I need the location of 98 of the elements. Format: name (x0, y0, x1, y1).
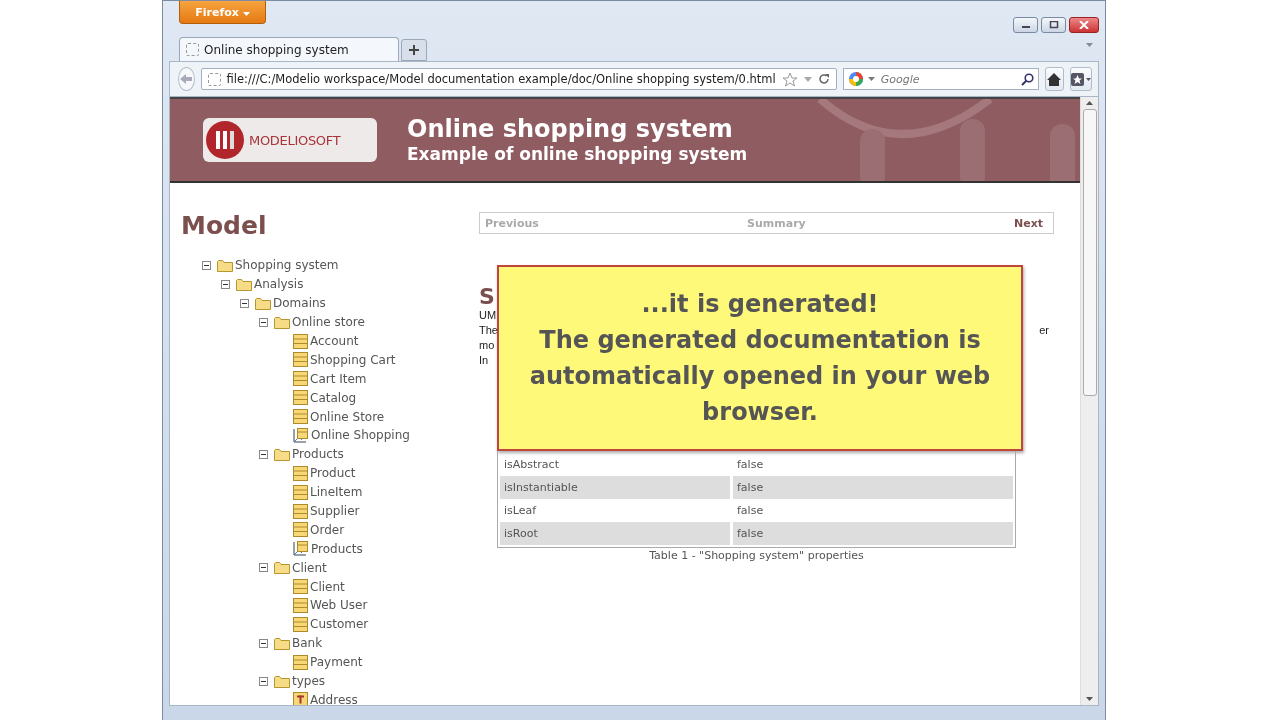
tree-item[interactable]: Domains (273, 296, 326, 311)
maximize-icon (1048, 21, 1059, 29)
address-bar[interactable]: file:///C:/Modelio workspace/Model documentation example/doc/Online shopping system/0.html (200, 68, 837, 90)
folder-icon (255, 296, 271, 310)
tree-item[interactable]: types (292, 674, 326, 689)
collapse-icon[interactable] (240, 298, 249, 308)
class-icon (293, 616, 308, 632)
class-icon (293, 465, 308, 481)
tree-item[interactable]: Client (310, 579, 345, 594)
table-cell: isRoot (500, 522, 730, 545)
maximize-button[interactable] (1041, 17, 1066, 33)
class-icon (293, 597, 308, 613)
body-text: mo (479, 338, 495, 353)
tree-item[interactable]: Supplier (310, 504, 360, 518)
body-text: In (479, 353, 489, 368)
home-button[interactable] (1044, 67, 1064, 91)
folder-icon (274, 447, 290, 461)
callout-text: The generated documentation is automatically opened in your web browser. (529, 325, 991, 428)
search-bar[interactable]: Google (842, 68, 1039, 90)
table-cell-text: false (736, 503, 765, 519)
scroll-down-icon[interactable] (1086, 697, 1093, 701)
tree-item[interactable]: Online Shopping (311, 428, 410, 443)
class-icon (293, 579, 308, 595)
close-button[interactable] (1069, 17, 1099, 33)
folder-icon (274, 674, 290, 688)
tree-item[interactable]: Online Store (310, 409, 385, 424)
search-icon[interactable] (1020, 72, 1034, 86)
tree-item[interactable]: Catalog (310, 390, 357, 405)
class-icon (293, 390, 308, 406)
tree-item[interactable]: Shopping Cart (310, 352, 396, 367)
search-engine-icon[interactable] (847, 71, 864, 87)
vertical-scrollbar[interactable] (1080, 97, 1098, 705)
tree-item[interactable]: Product (310, 466, 356, 481)
close-icon (1079, 21, 1089, 29)
tree-item[interactable]: Web User (310, 598, 368, 613)
table-cell-text: isAbstract (503, 457, 560, 473)
scroll-up-icon[interactable] (1086, 101, 1093, 105)
folder-icon (236, 277, 252, 291)
folder-icon (217, 258, 233, 272)
collapse-icon[interactable] (221, 279, 230, 289)
tree-item[interactable]: Order (310, 522, 345, 537)
tree-item[interactable]: Cart Item (310, 371, 367, 386)
table-cell: false (733, 522, 1013, 545)
table-caption: Table 1 - "Shopping system" properties (648, 549, 865, 562)
class-icon (293, 484, 308, 500)
page-title: Online shopping system (407, 115, 734, 143)
callout-text: ...it is generated! (641, 289, 879, 320)
collapse-icon[interactable] (259, 638, 268, 648)
collapse-icon[interactable] (259, 317, 268, 327)
table-cell-text: false (736, 457, 765, 473)
table-cell: isInstantiable (500, 476, 730, 499)
diagram-icon (293, 541, 309, 557)
folder-icon (274, 561, 290, 575)
class-icon (293, 654, 308, 670)
tree-item[interactable]: Products (311, 541, 363, 556)
caret-icon[interactable] (867, 77, 875, 81)
class-icon (293, 503, 308, 519)
tree-item[interactable]: Bank (292, 636, 323, 651)
next-link[interactable]: Next (1013, 216, 1043, 230)
section-heading: S (479, 284, 495, 308)
body-text: UM (479, 308, 497, 323)
class-icon (293, 409, 308, 425)
class-icon (293, 352, 308, 368)
collapse-icon[interactable] (259, 676, 268, 686)
tree-item[interactable]: Account (310, 334, 359, 348)
table-cell-text: isLeaf (503, 503, 538, 519)
class-icon (293, 333, 308, 349)
folder-icon (274, 315, 290, 329)
class-icon (293, 371, 308, 387)
datatype-icon (293, 692, 308, 705)
company-logo: MODELIOSOFT (203, 118, 377, 162)
new-tab-button[interactable] (401, 39, 427, 61)
tree-item[interactable]: Products (292, 447, 344, 462)
collapse-icon[interactable] (259, 449, 268, 459)
minimize-button[interactable] (1013, 17, 1038, 33)
tree-item[interactable]: Client (292, 560, 327, 575)
tree-item[interactable]: Online store (292, 315, 365, 330)
class-icon (293, 522, 308, 538)
collapse-icon[interactable] (202, 260, 211, 270)
sidebar-heading: Model (181, 211, 268, 240)
browser-tab[interactable]: Online shopping system (179, 37, 399, 61)
tree-item[interactable]: Shopping system (235, 258, 339, 273)
body-text: The (479, 323, 498, 338)
folder-icon (274, 636, 290, 650)
collapse-icon[interactable] (259, 563, 268, 573)
back-arrow-icon (179, 73, 194, 85)
body-text: er (1039, 323, 1049, 338)
bookmarks-button[interactable] (1070, 67, 1092, 91)
tree-item[interactable]: Address (310, 692, 358, 705)
tree-item[interactable]: Analysis (254, 277, 304, 292)
caret-icon (242, 11, 250, 16)
tree-item[interactable]: LineItem (310, 485, 363, 500)
page-subtitle: Example of online shopping system (407, 143, 748, 165)
tree-item[interactable]: Customer (310, 617, 369, 632)
plus-icon (409, 45, 419, 55)
diagram-icon (293, 427, 309, 443)
table-cell: false (733, 476, 1013, 499)
tree-item[interactable]: Payment (310, 655, 363, 670)
